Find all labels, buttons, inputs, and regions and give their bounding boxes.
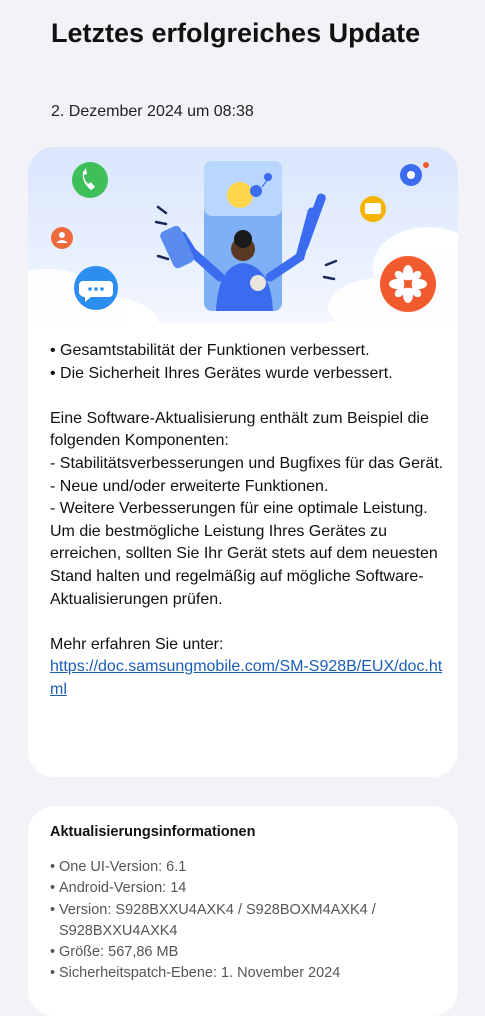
- more-info-label: Mehr erfahren Sie unter:: [50, 635, 224, 653]
- phone-icon: [72, 162, 108, 198]
- info-item: • Sicherheitspatch-Ebene: 1. November 202…: [50, 963, 445, 984]
- component-item: - Stabilitätsverbesserungen und Bugfixes…: [50, 454, 444, 472]
- info-item: • One UI-Version: 6.1: [50, 857, 445, 878]
- flower-icon: [380, 256, 436, 312]
- note-bullet: • Gesamtstabilität der Funktionen verbes…: [50, 342, 370, 359]
- info-item: • Version: S928BXXU4AXK4 / S928BOXM4AXK4 …: [50, 900, 445, 943]
- info-item: • Android-Version: 14: [50, 878, 445, 899]
- components-intro: Eine Software-Aktualisierung enthält zum…: [50, 409, 429, 450]
- person-icon: [51, 227, 73, 249]
- more-info-link[interactable]: https://doc.samsungmobile.com/SM-S928B/E…: [50, 658, 442, 698]
- note-bullet: • Die Sicherheit Ihres Gerätes wurde ver…: [50, 364, 393, 382]
- chat-bubble-icon: [74, 266, 118, 310]
- info-item: • Größe: 567,86 MB: [50, 942, 445, 963]
- info-item-text: Version: S928BXXU4AXK4 / S928BOXM4AXK4 /…: [59, 901, 376, 939]
- info-item-text: Größe: 567,86 MB: [59, 944, 179, 961]
- info-item-text: Android-Version: 14: [59, 880, 187, 897]
- info-item-text: Sicherheitspatch-Ebene: 1. November 2024: [59, 965, 341, 982]
- gear-icon: [400, 162, 429, 186]
- mail-icon: [360, 196, 386, 222]
- update-info-list: • One UI-Version: 6.1 • Android-Version: 1…: [50, 857, 445, 985]
- hero-illustration: [28, 147, 458, 322]
- update-info-title: Aktualisierungsinformationen: [50, 824, 256, 840]
- page-title: Letztes erfolgreiches Update: [51, 18, 421, 48]
- info-item-text: One UI-Version: 6.1: [59, 859, 187, 875]
- release-notes-text: • Gesamtstabilität der Funktionen verbes…: [50, 340, 445, 702]
- update-info-card: Aktualisierungsinformationen • One UI-Ver…: [28, 806, 458, 1016]
- release-notes-card: • Gesamtstabilität der Funktionen verbes…: [28, 147, 458, 777]
- component-item: - Weitere Verbesserungen für eine optima…: [50, 500, 428, 518]
- component-item: - Neue und/oder erweiterte Funktionen.: [50, 477, 329, 495]
- update-advice: Um die bestmögliche Leistung Ihres Gerät…: [50, 522, 438, 608]
- update-date: 2. Dezember 2024 um 08:38: [51, 103, 254, 120]
